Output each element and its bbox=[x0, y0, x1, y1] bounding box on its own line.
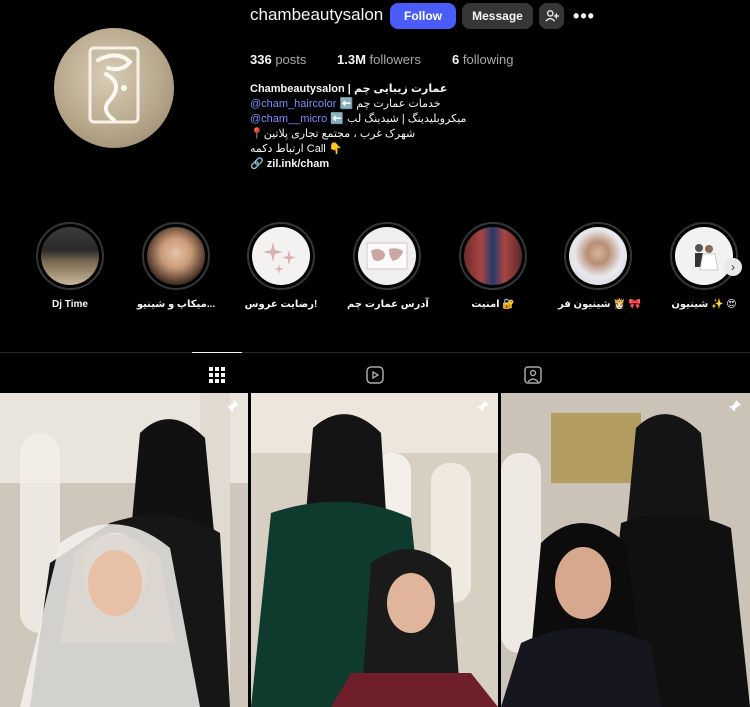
message-button[interactable]: Message bbox=[462, 3, 533, 29]
highlights-next-button[interactable]: › bbox=[724, 258, 742, 276]
highlight-ring bbox=[353, 222, 421, 290]
highlight-ring bbox=[459, 222, 527, 290]
profile-bio: Chambeautysalon | عمارت زیبایی چم @cham_… bbox=[250, 82, 500, 172]
post-image bbox=[251, 393, 498, 707]
map-icon bbox=[366, 242, 408, 270]
post-thumbnail[interactable] bbox=[0, 393, 248, 707]
posts-count: 336 bbox=[250, 52, 272, 67]
bio-address: 📍شهرک غرب ، مجتمع تجاری پلاتین bbox=[250, 128, 416, 140]
profile-avatar[interactable] bbox=[54, 28, 174, 148]
tab-reels[interactable] bbox=[363, 363, 387, 387]
highlight-cover bbox=[252, 227, 310, 285]
profile-username: chambeautysalon bbox=[250, 5, 384, 24]
reels-icon bbox=[366, 366, 384, 384]
highlight-label: شینیون ✨ 😍 bbox=[671, 299, 737, 310]
pinned-icon bbox=[476, 399, 490, 418]
bio-line-2: @cham__micro ⬅️ میکروبلیدینگ | شیدینگ لب bbox=[250, 112, 500, 127]
bio-line-2-text: ⬅️ میکروبلیدینگ | شیدینگ لب bbox=[330, 113, 467, 125]
highlight-bride-satisfaction[interactable]: رضایت عروس! bbox=[241, 222, 321, 310]
couple-icon bbox=[695, 244, 719, 271]
highlight-label: Dj Time bbox=[52, 299, 88, 310]
highlight-ring bbox=[36, 222, 104, 290]
highlight-curly-chignon[interactable]: شینیون فر 👸🏻 🎀 bbox=[558, 222, 641, 310]
highlight-cover bbox=[147, 227, 205, 285]
highlight-makeup[interactable]: میکاپ و شینیو... bbox=[136, 222, 216, 310]
posts-stat: 336 posts bbox=[250, 52, 306, 67]
highlight-label: میکاپ و شینیو... bbox=[136, 299, 216, 310]
highlight-ring bbox=[564, 222, 632, 290]
bio-url-link[interactable]: zil.ink/cham bbox=[267, 158, 329, 170]
more-options-button[interactable]: ••• bbox=[572, 3, 596, 29]
follow-button[interactable]: Follow bbox=[390, 3, 456, 29]
sparkles-icon bbox=[263, 242, 296, 274]
highlight-cover bbox=[464, 227, 522, 285]
highlight-label: امنیت 🔐 bbox=[471, 299, 515, 310]
salon-logo-icon bbox=[88, 46, 140, 124]
posts-label: posts bbox=[275, 52, 307, 67]
posts-grid bbox=[0, 393, 750, 707]
highlight-dj-time[interactable]: Dj Time bbox=[30, 222, 110, 310]
highlight-cover bbox=[675, 227, 733, 285]
following-stat[interactable]: 6 following bbox=[452, 52, 513, 67]
highlight-cover bbox=[358, 227, 416, 285]
highlight-ring bbox=[670, 222, 738, 290]
highlight-label: آدرس عمارت چم bbox=[347, 299, 429, 310]
chevron-right-icon: › bbox=[731, 260, 735, 274]
haircolor-handle-link[interactable]: @cham_haircolor bbox=[250, 98, 336, 110]
highlight-cover bbox=[569, 227, 627, 285]
tagged-icon bbox=[524, 366, 542, 384]
post-image bbox=[0, 393, 248, 707]
bio-url-row[interactable]: 🔗 zil.ink/cham bbox=[250, 157, 500, 172]
tab-posts[interactable] bbox=[205, 363, 229, 387]
suggest-user-button[interactable] bbox=[539, 3, 564, 29]
highlight-label: رضایت عروس! bbox=[244, 299, 318, 310]
highlight-ring bbox=[142, 222, 210, 290]
followers-label: followers bbox=[369, 52, 421, 67]
following-count: 6 bbox=[452, 52, 460, 67]
post-thumbnail[interactable] bbox=[501, 393, 750, 707]
following-label: following bbox=[462, 52, 514, 67]
bio-call-note: ارتباط دکمه Call 👇 bbox=[250, 143, 343, 155]
highlight-address[interactable]: آدرس عمارت چم bbox=[347, 222, 429, 310]
bio-line-1: @cham_haircolor ⬅️ خدمات عمارت چم bbox=[250, 97, 500, 112]
highlight-cover bbox=[41, 227, 99, 285]
highlight-security[interactable]: امنیت 🔐 bbox=[453, 222, 533, 310]
bio-line-1-text: ⬅️ خدمات عمارت چم bbox=[339, 98, 441, 110]
link-icon: 🔗 bbox=[250, 158, 264, 170]
bio-name: Chambeautysalon | عمارت زیبایی چم bbox=[250, 83, 448, 95]
followers-stat[interactable]: 1.3M followers bbox=[337, 52, 421, 67]
profile-tabs bbox=[0, 352, 750, 393]
post-image bbox=[501, 393, 750, 707]
active-tab-indicator bbox=[192, 352, 242, 353]
pinned-icon bbox=[728, 399, 742, 418]
tab-tagged[interactable] bbox=[521, 363, 545, 387]
micro-handle-link[interactable]: @cham__micro bbox=[250, 113, 327, 125]
highlight-ring bbox=[247, 222, 315, 290]
followers-count: 1.3M bbox=[337, 52, 366, 67]
add-user-icon bbox=[544, 10, 559, 22]
post-thumbnail[interactable] bbox=[251, 393, 498, 707]
highlight-label: شینیون فر 👸🏻 🎀 bbox=[558, 299, 641, 310]
grid-icon bbox=[209, 367, 225, 383]
story-highlights: Dj Time میکاپ و شینیو... رضایت عروس! آدر… bbox=[0, 222, 750, 322]
pinned-icon bbox=[226, 399, 240, 418]
